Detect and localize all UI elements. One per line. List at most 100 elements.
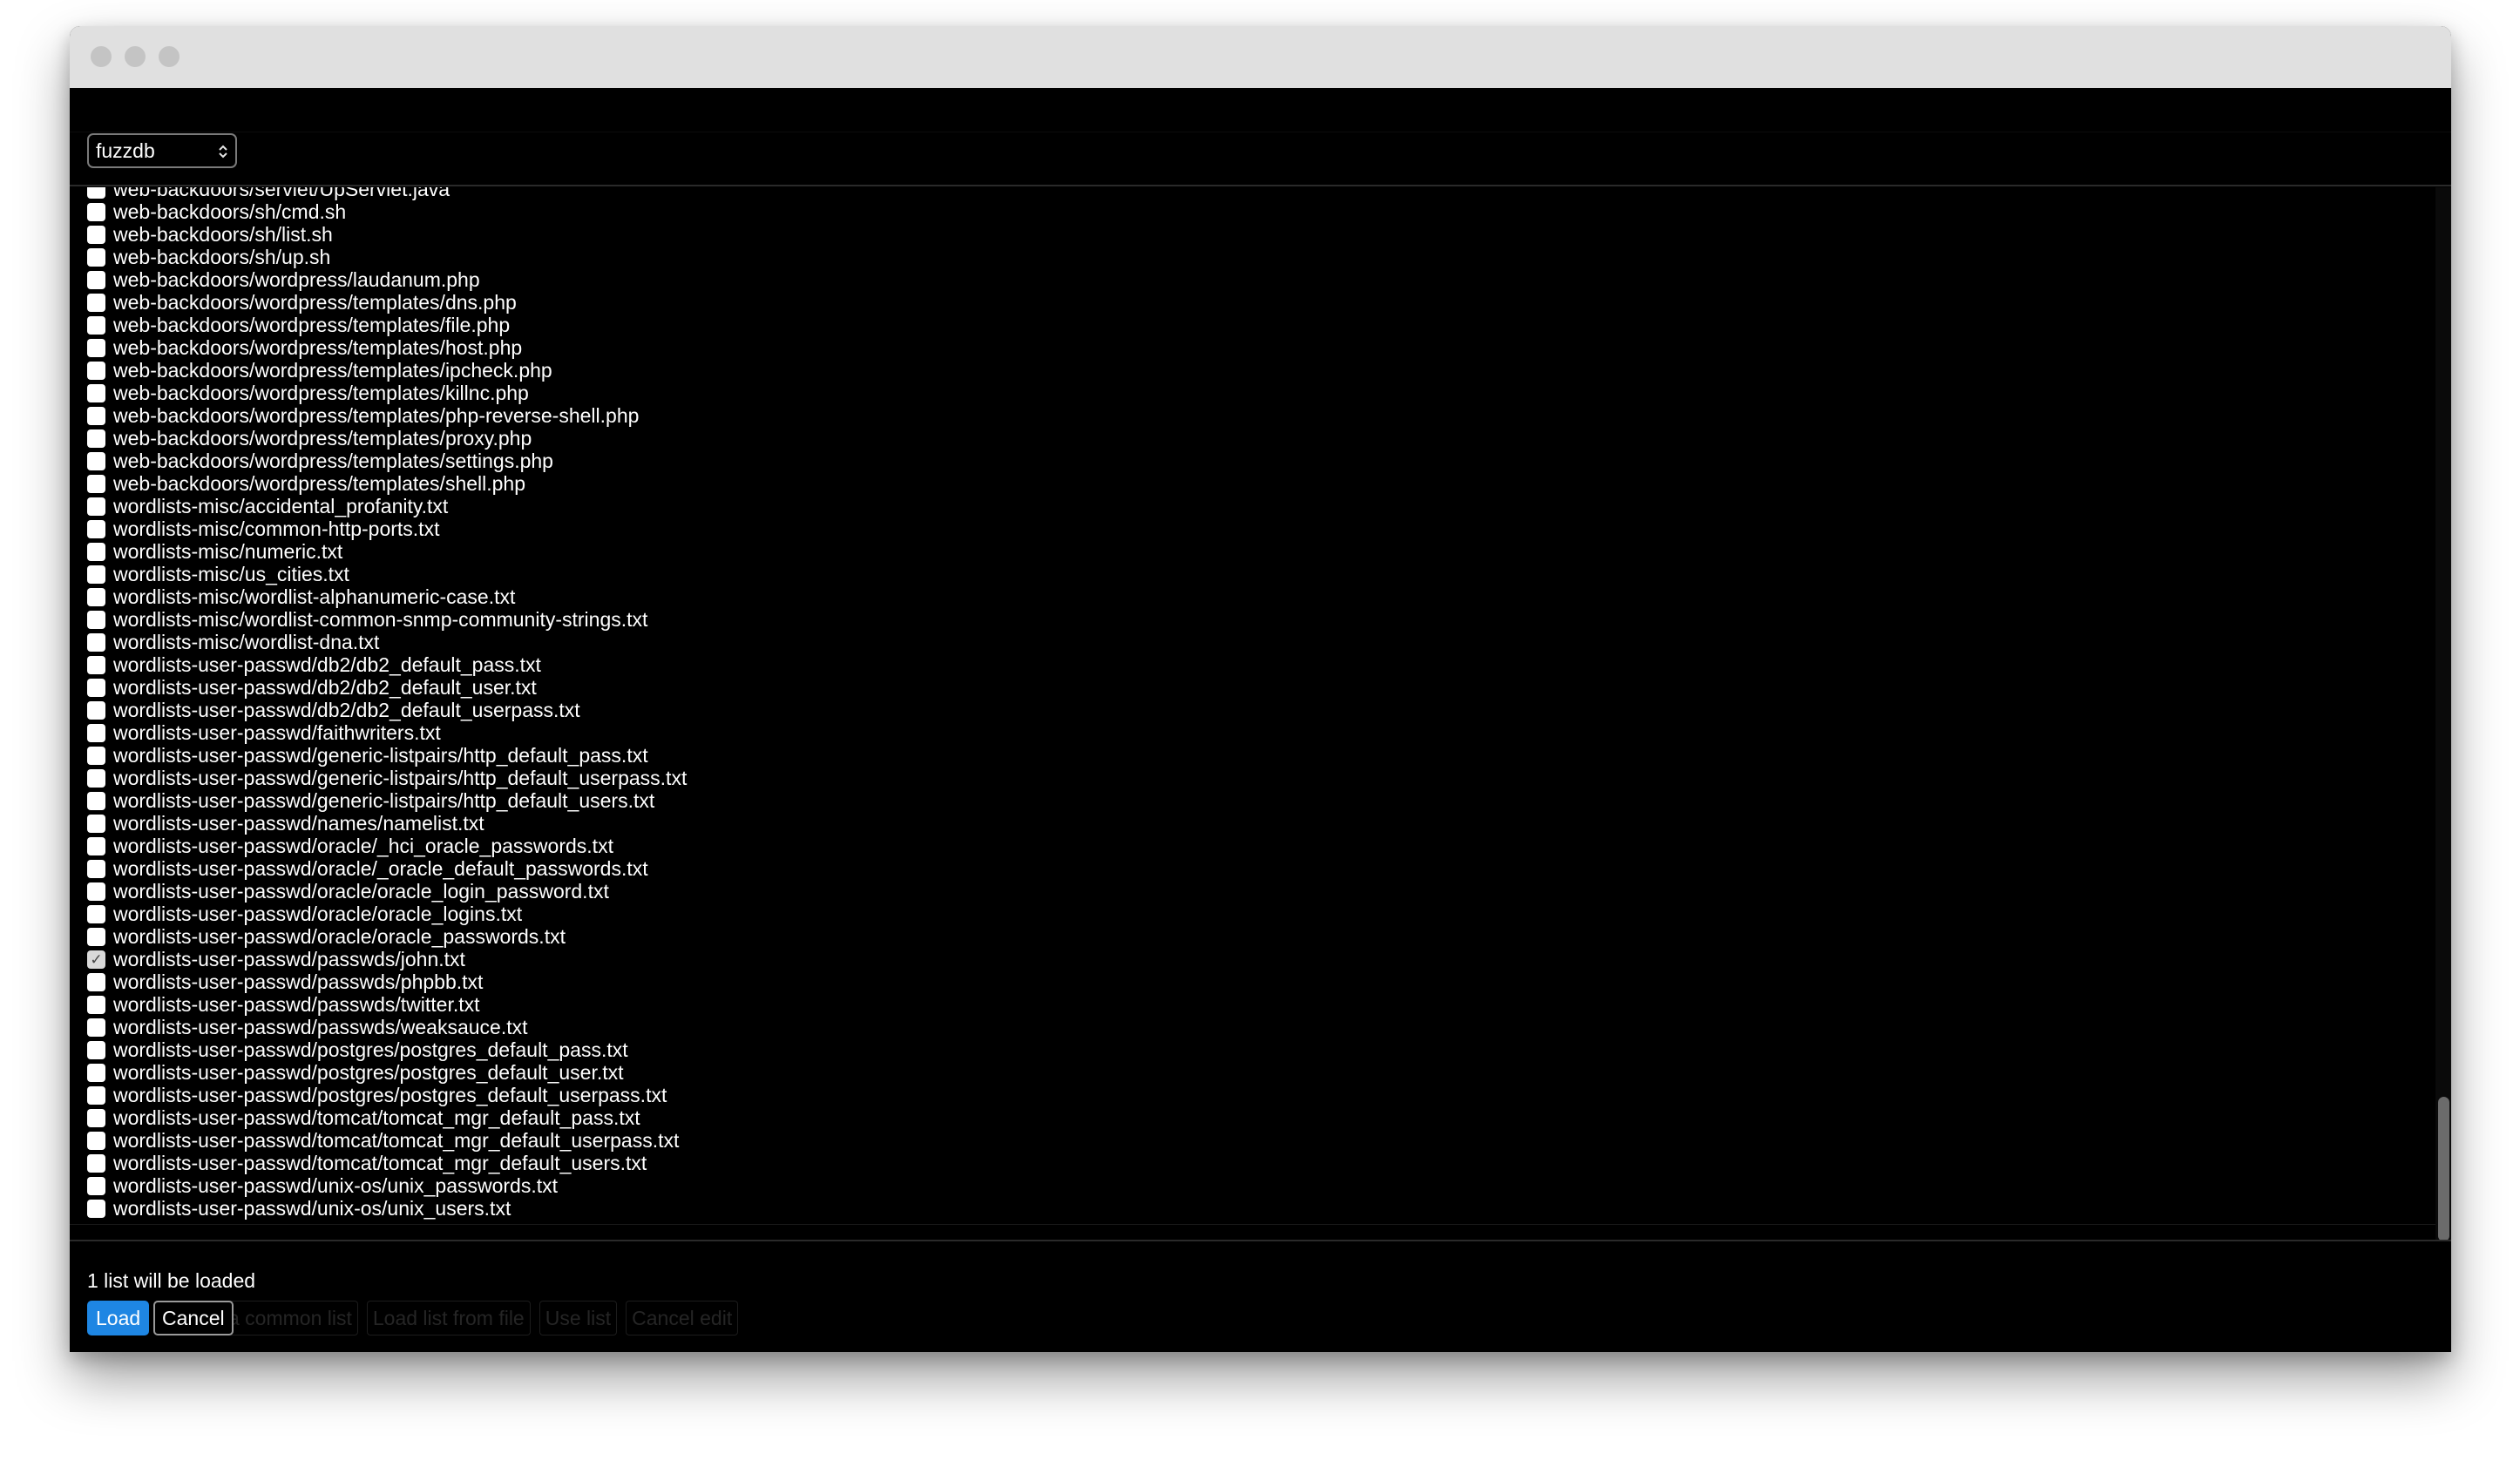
- file-list-item[interactable]: wordlists-user-passwd/tomcat/tomcat_mgr_…: [87, 1129, 687, 1152]
- file-list-item[interactable]: ✓ wordlists-user-passwd/passwds/john.txt: [87, 948, 687, 970]
- file-checkbox[interactable]: [87, 315, 105, 335]
- file-list-item[interactable]: wordlists-user-passwd/oracle/oracle_pass…: [87, 925, 687, 948]
- file-checkbox[interactable]: [87, 768, 105, 788]
- file-list-item[interactable]: web-backdoors/sh/list.sh: [87, 223, 687, 246]
- file-list-item[interactable]: wordlists-user-passwd/postgres/postgres_…: [87, 1061, 687, 1084]
- file-list-item[interactable]: wordlists-user-passwd/oracle/_oracle_def…: [87, 857, 687, 880]
- file-checkbox[interactable]: [87, 1108, 105, 1127]
- file-list-item[interactable]: wordlists-user-passwd/passwds/weaksauce.…: [87, 1016, 687, 1038]
- file-checkbox[interactable]: [87, 927, 105, 946]
- file-list-item[interactable]: wordlists-user-passwd/db2/db2_default_pa…: [87, 653, 687, 676]
- file-checkbox[interactable]: [87, 497, 105, 516]
- file-list-item[interactable]: wordlists-user-passwd/postgres/postgres_…: [87, 1084, 687, 1106]
- file-checkbox[interactable]: [87, 700, 105, 720]
- file-checkbox[interactable]: [87, 859, 105, 878]
- file-list-item[interactable]: web-backdoors/wordpress/templates/dns.ph…: [87, 291, 687, 314]
- file-list-item[interactable]: wordlists-user-passwd/db2/db2_default_us…: [87, 676, 687, 699]
- file-list-item[interactable]: web-backdoors/wordpress/templates/file.p…: [87, 314, 687, 336]
- file-checkbox[interactable]: [87, 1018, 105, 1037]
- cancel-button[interactable]: Cancel: [153, 1301, 234, 1335]
- file-checkbox[interactable]: [87, 202, 105, 221]
- file-list-item[interactable]: web-backdoors/sh/up.sh: [87, 246, 687, 268]
- file-list-item[interactable]: web-backdoors/wordpress/templates/ipchec…: [87, 359, 687, 382]
- file-list-scroll-area[interactable]: web-backdoors/servlet/UpServlet.java web-…: [70, 187, 2451, 1233]
- file-list-item[interactable]: wordlists-misc/common-http-ports.txt: [87, 517, 687, 540]
- file-list-item[interactable]: wordlists-misc/accidental_profanity.txt: [87, 495, 687, 517]
- file-list-item[interactable]: wordlists-user-passwd/tomcat/tomcat_mgr_…: [87, 1106, 687, 1129]
- close-dot[interactable]: [91, 46, 112, 67]
- scrollbar-track[interactable]: [2435, 187, 2451, 1241]
- file-checkbox[interactable]: [87, 746, 105, 765]
- file-list-item[interactable]: web-backdoors/wordpress/laudanum.php: [87, 268, 687, 291]
- file-list-item[interactable]: web-backdoors/wordpress/templates/settin…: [87, 450, 687, 472]
- file-checkbox[interactable]: [87, 1063, 105, 1082]
- file-checkbox[interactable]: ✓: [87, 950, 105, 969]
- file-list-item[interactable]: wordlists-user-passwd/unix-os/unix_users…: [87, 1197, 687, 1220]
- file-checkbox[interactable]: [87, 406, 105, 425]
- load-button[interactable]: Load: [87, 1301, 150, 1335]
- file-checkbox[interactable]: [87, 882, 105, 901]
- file-checkbox[interactable]: [87, 678, 105, 697]
- scrollbar-thumb[interactable]: [2438, 1097, 2449, 1241]
- file-checkbox[interactable]: [87, 361, 105, 380]
- file-checkbox[interactable]: [87, 610, 105, 629]
- file-list-item[interactable]: wordlists-user-passwd/postgres/postgres_…: [87, 1038, 687, 1061]
- file-list-item[interactable]: wordlists-user-passwd/names/namelist.txt: [87, 812, 687, 835]
- file-list-item[interactable]: wordlists-misc/wordlist-dna.txt: [87, 631, 687, 653]
- file-checkbox[interactable]: [87, 1176, 105, 1195]
- file-checkbox[interactable]: [87, 247, 105, 267]
- file-list-item[interactable]: wordlists-misc/wordlist-common-snmp-comm…: [87, 608, 687, 631]
- file-checkbox[interactable]: [87, 836, 105, 855]
- file-checkbox[interactable]: [87, 791, 105, 810]
- file-list-item[interactable]: wordlists-user-passwd/unix-os/unix_passw…: [87, 1174, 687, 1197]
- file-checkbox[interactable]: [87, 338, 105, 357]
- file-list-item[interactable]: wordlists-misc/wordlist-alphanumeric-cas…: [87, 585, 687, 608]
- file-list-item[interactable]: wordlists-user-passwd/oracle/oracle_logi…: [87, 880, 687, 903]
- file-checkbox[interactable]: [87, 904, 105, 923]
- file-list-item[interactable]: web-backdoors/wordpress/templates/killnc…: [87, 382, 687, 404]
- file-list-item[interactable]: web-backdoors/wordpress/templates/php-re…: [87, 404, 687, 427]
- file-list-item[interactable]: wordlists-user-passwd/passwds/phpbb.txt: [87, 970, 687, 993]
- file-checkbox[interactable]: [87, 814, 105, 833]
- file-list-item[interactable]: wordlists-user-passwd/db2/db2_default_us…: [87, 699, 687, 721]
- file-checkbox[interactable]: [87, 542, 105, 561]
- file-checkbox[interactable]: [87, 383, 105, 402]
- file-checkbox[interactable]: [87, 429, 105, 448]
- file-checkbox[interactable]: [87, 1199, 105, 1218]
- file-list-item[interactable]: wordlists-user-passwd/generic-listpairs/…: [87, 767, 687, 789]
- file-checkbox[interactable]: [87, 632, 105, 652]
- maximize-dot[interactable]: [159, 46, 180, 67]
- file-list-item[interactable]: wordlists-user-passwd/generic-listpairs/…: [87, 744, 687, 767]
- file-list-item[interactable]: wordlists-user-passwd/passwds/twitter.tx…: [87, 993, 687, 1016]
- file-list-item[interactable]: wordlists-misc/us_cities.txt: [87, 563, 687, 585]
- file-list-item[interactable]: wordlists-misc/numeric.txt: [87, 540, 687, 563]
- file-checkbox[interactable]: [87, 655, 105, 674]
- file-checkbox[interactable]: [87, 187, 105, 199]
- file-list-item[interactable]: wordlists-user-passwd/faithwriters.txt: [87, 721, 687, 744]
- file-list-item[interactable]: web-backdoors/wordpress/templates/host.p…: [87, 336, 687, 359]
- file-checkbox[interactable]: [87, 1153, 105, 1173]
- file-list-item[interactable]: web-backdoors/wordpress/templates/shell.…: [87, 472, 687, 495]
- file-checkbox[interactable]: [87, 519, 105, 538]
- file-checkbox[interactable]: [87, 995, 105, 1014]
- file-list-item[interactable]: web-backdoors/wordpress/templates/proxy.…: [87, 427, 687, 450]
- file-list-item[interactable]: wordlists-user-passwd/generic-listpairs/…: [87, 789, 687, 812]
- file-checkbox[interactable]: [87, 225, 105, 244]
- file-checkbox[interactable]: [87, 1085, 105, 1105]
- file-list-item[interactable]: wordlists-user-passwd/oracle/_hci_oracle…: [87, 835, 687, 857]
- file-checkbox[interactable]: [87, 474, 105, 493]
- file-checkbox[interactable]: [87, 1131, 105, 1150]
- file-checkbox[interactable]: [87, 565, 105, 584]
- file-checkbox[interactable]: [87, 1040, 105, 1059]
- file-list-item[interactable]: web-backdoors/servlet/UpServlet.java: [87, 187, 687, 200]
- file-checkbox[interactable]: [87, 972, 105, 991]
- file-checkbox[interactable]: [87, 451, 105, 470]
- file-list-item[interactable]: wordlists-user-passwd/tomcat/tomcat_mgr_…: [87, 1152, 687, 1174]
- file-checkbox[interactable]: [87, 293, 105, 312]
- minimize-dot[interactable]: [125, 46, 146, 67]
- file-checkbox[interactable]: [87, 270, 105, 289]
- list-source-select[interactable]: fuzzdb: [87, 133, 237, 168]
- file-checkbox[interactable]: [87, 723, 105, 742]
- file-list-item[interactable]: wordlists-user-passwd/oracle/oracle_logi…: [87, 903, 687, 925]
- file-list-item[interactable]: web-backdoors/sh/cmd.sh: [87, 200, 687, 223]
